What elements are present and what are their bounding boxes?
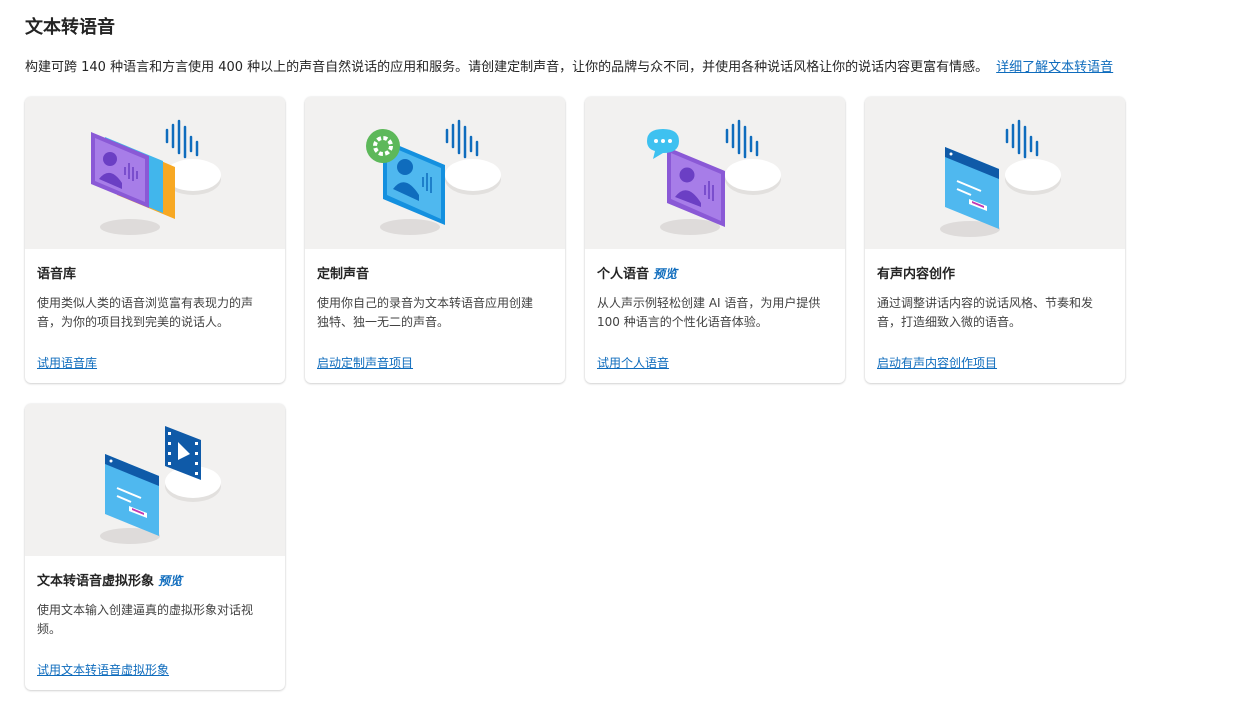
card-title: 文本转语音虚拟形象 预览 [37, 574, 183, 589]
card-title: 语音库 [37, 267, 77, 282]
card-title: 定制声音 [317, 267, 370, 282]
preview-badge: 预览 [653, 267, 678, 281]
learn-more-link[interactable]: 详细了解文本转语音 [996, 60, 1113, 75]
card-custom-voice[interactable]: 定制声音 使用你自己的录音为文本转语音应用创建独特、独一无二的声音。 启动定制声… [305, 97, 565, 383]
description-text: 构建可跨 140 种语言和方言使用 400 种以上的声音自然说话的应用和服务。请… [25, 60, 989, 75]
text-to-speech-page: 文本转语音 构建可跨 140 种语言和方言使用 400 种以上的声音自然说话的应… [0, 0, 1247, 716]
voice-gallery-illustration [25, 97, 285, 249]
custom-voice-illustration [305, 97, 565, 249]
card-personal-voice[interactable]: 个人语音 预览 从人声示例轻松创建 AI 语音，为用户提供 100 种语言的个性化… [585, 97, 845, 383]
card-audio-content-creation[interactable]: 有声内容创作 通过调整讲话内容的说话风格、节奏和发音，打造细致入微的语音。 启动… [865, 97, 1125, 383]
audio-content-creation-illustration [865, 97, 1125, 249]
card-description: 使用文本输入创建逼真的虚拟形象对话视频。 [37, 603, 254, 636]
card-description: 从人声示例轻松创建 AI 语音，为用户提供 100 种语言的个性化语音体验。 [597, 296, 821, 329]
try-tts-avatar-link[interactable]: 试用文本转语音虚拟形象 [37, 661, 169, 678]
try-personal-voice-link[interactable]: 试用个人语音 [597, 354, 669, 371]
start-custom-voice-link[interactable]: 启动定制声音项目 [317, 354, 413, 371]
avatar-video-illustration [25, 404, 285, 556]
start-audio-content-link[interactable]: 启动有声内容创作项目 [877, 354, 997, 371]
card-voice-gallery[interactable]: 语音库 使用类似人类的语音浏览富有表现力的声音，为你的项目找到完美的说话人。 试… [25, 97, 285, 383]
page-title: 文本转语音 [25, 17, 115, 38]
card-description: 通过调整讲话内容的说话风格、节奏和发音，打造细致入微的语音。 [877, 296, 1094, 329]
card-tts-avatar[interactable]: 文本转语音虚拟形象 预览 使用文本输入创建逼真的虚拟形象对话视频。 试用文本转语音… [25, 404, 285, 690]
page-description: 构建可跨 140 种语言和方言使用 400 种以上的声音自然说话的应用和服务。请… [25, 59, 1225, 77]
card-title: 个人语音 预览 [597, 267, 678, 282]
preview-badge: 预览 [158, 574, 183, 588]
card-description: 使用你自己的录音为文本转语音应用创建独特、独一无二的声音。 [317, 296, 534, 329]
card-description: 使用类似人类的语音浏览富有表现力的声音，为你的项目找到完美的说话人。 [37, 296, 254, 329]
personal-voice-illustration [585, 97, 845, 249]
card-title: 有声内容创作 [877, 267, 956, 282]
try-voice-gallery-link[interactable]: 试用语音库 [37, 354, 97, 371]
